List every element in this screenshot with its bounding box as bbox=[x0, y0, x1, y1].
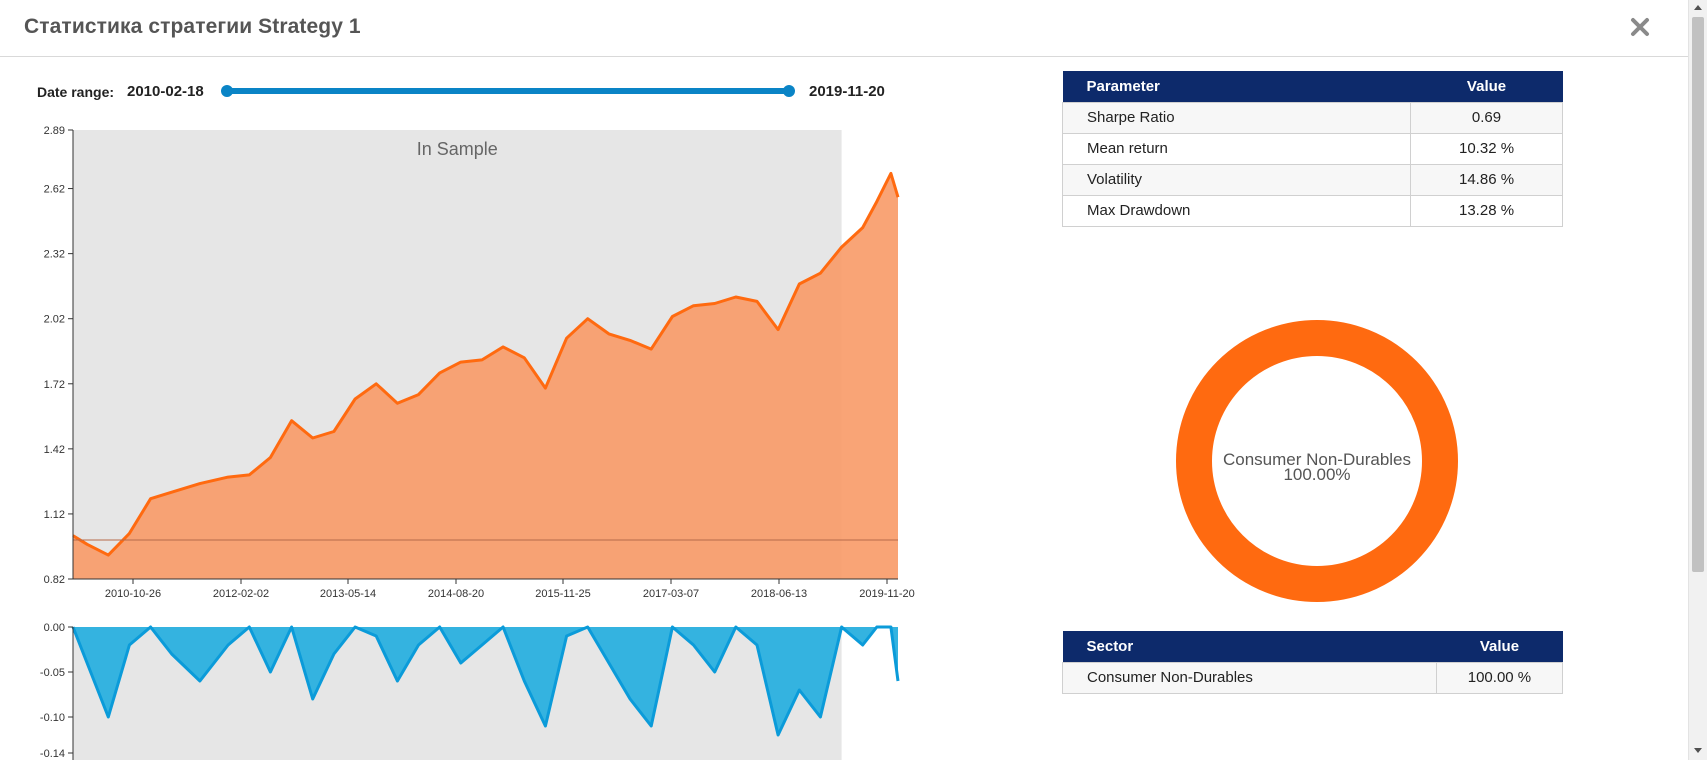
drawdown-chart: 0.00 -0.05 -0.10 -0.14 bbox=[40, 622, 900, 760]
donut-center-label: Consumer Non-Durables 100.00% bbox=[1166, 451, 1468, 484]
column-header-parameter: Parameter bbox=[1062, 71, 1411, 102]
x-tick-label: 2019-11-20 bbox=[859, 588, 914, 600]
y-tick-label: 2.32 bbox=[44, 249, 65, 261]
scroll-thumb[interactable] bbox=[1692, 17, 1704, 572]
y-tick-label: 0.82 bbox=[44, 574, 65, 586]
y-tick-label: -0.05 bbox=[40, 667, 65, 679]
y-tick-label: 1.42 bbox=[44, 444, 65, 456]
sector-table: Sector Value Consumer Non-Durables 100.0… bbox=[1062, 631, 1564, 694]
table-row: Volatility 14.86 % bbox=[1061, 163, 1563, 196]
y-tick-label: 0.00 bbox=[44, 622, 65, 634]
parameter-value: 14.86 % bbox=[1410, 163, 1563, 196]
x-tick-label: 2014-08-20 bbox=[428, 588, 484, 600]
date-range-slider[interactable] bbox=[224, 88, 791, 94]
x-tick-label: 2017-03-07 bbox=[643, 588, 699, 600]
parameter-value: 13.28 % bbox=[1410, 194, 1563, 227]
in-sample-label: In Sample bbox=[417, 139, 498, 159]
table-header-row: Parameter Value bbox=[1062, 71, 1563, 102]
dialog-header: Статистика стратегии Strategy 1 bbox=[0, 0, 1688, 57]
x-tick-label: 2018-06-13 bbox=[751, 588, 807, 600]
parameter-value: 10.32 % bbox=[1410, 132, 1563, 165]
y-tick-label: 2.89 bbox=[44, 125, 65, 137]
slider-handle-end[interactable] bbox=[783, 85, 795, 97]
table-row: Consumer Non-Durables 100.00 % bbox=[1062, 661, 1564, 694]
date-range-start: 2010-02-18 bbox=[127, 83, 204, 100]
table-header-row: Sector Value bbox=[1062, 631, 1563, 662]
column-header-value: Value bbox=[1436, 631, 1563, 662]
y-tick-label: -0.10 bbox=[40, 712, 65, 724]
date-range-control: Date range: 2010-02-18 2019-11-20 bbox=[37, 80, 897, 104]
date-range-label: Date range: bbox=[37, 84, 115, 100]
column-header-sector: Sector bbox=[1062, 631, 1437, 662]
x-tick-label: 2013-05-14 bbox=[320, 588, 376, 600]
parameters-table: Parameter Value Sharpe Ratio 0.69 Mean r… bbox=[1061, 71, 1563, 227]
parameter-value: 0.69 bbox=[1410, 101, 1563, 134]
sector-value: 100.00 % bbox=[1435, 661, 1564, 694]
x-tick-label: 2015-11-25 bbox=[535, 588, 590, 600]
scroll-down-arrow-icon[interactable] bbox=[1694, 748, 1702, 753]
y-tick-label: -0.14 bbox=[40, 748, 65, 760]
dialog-title: Статистика стратегии Strategy 1 bbox=[24, 15, 361, 38]
table-row: Max Drawdown 13.28 % bbox=[1061, 194, 1563, 227]
table-row: Mean return 10.32 % bbox=[1061, 132, 1563, 165]
equity-curve-chart: In Sample 2.89 2.62 2.32 2.02 1.72 1.42 1.12 0.8… bbox=[44, 125, 915, 600]
y-tick-label: 2.02 bbox=[44, 314, 65, 326]
parameter-name: Sharpe Ratio bbox=[1061, 101, 1412, 134]
column-header-value: Value bbox=[1410, 71, 1563, 102]
x-tick-label: 2012-02-02 bbox=[213, 588, 269, 600]
date-range-end: 2019-11-20 bbox=[809, 83, 885, 100]
parameter-name: Volatility bbox=[1061, 163, 1412, 196]
x-tick-label: 2010-10-26 bbox=[105, 588, 161, 600]
table-row: Sharpe Ratio 0.69 bbox=[1061, 101, 1563, 134]
parameter-name: Mean return bbox=[1061, 132, 1412, 165]
vertical-scrollbar[interactable] bbox=[1688, 0, 1707, 760]
sector-name: Consumer Non-Durables bbox=[1062, 661, 1437, 694]
scroll-up-arrow-icon[interactable] bbox=[1694, 5, 1702, 10]
y-tick-label: 1.12 bbox=[44, 509, 65, 521]
donut-sector-value: 100.00% bbox=[1283, 465, 1351, 484]
y-tick-label: 1.72 bbox=[44, 379, 65, 391]
strategy-stats-dialog: Статистика стратегии Strategy 1 Date ran… bbox=[0, 0, 1688, 760]
close-icon[interactable] bbox=[1626, 13, 1654, 41]
y-tick-label: 2.62 bbox=[44, 184, 65, 196]
slider-handle-start[interactable] bbox=[221, 85, 233, 97]
parameter-name: Max Drawdown bbox=[1061, 194, 1412, 227]
